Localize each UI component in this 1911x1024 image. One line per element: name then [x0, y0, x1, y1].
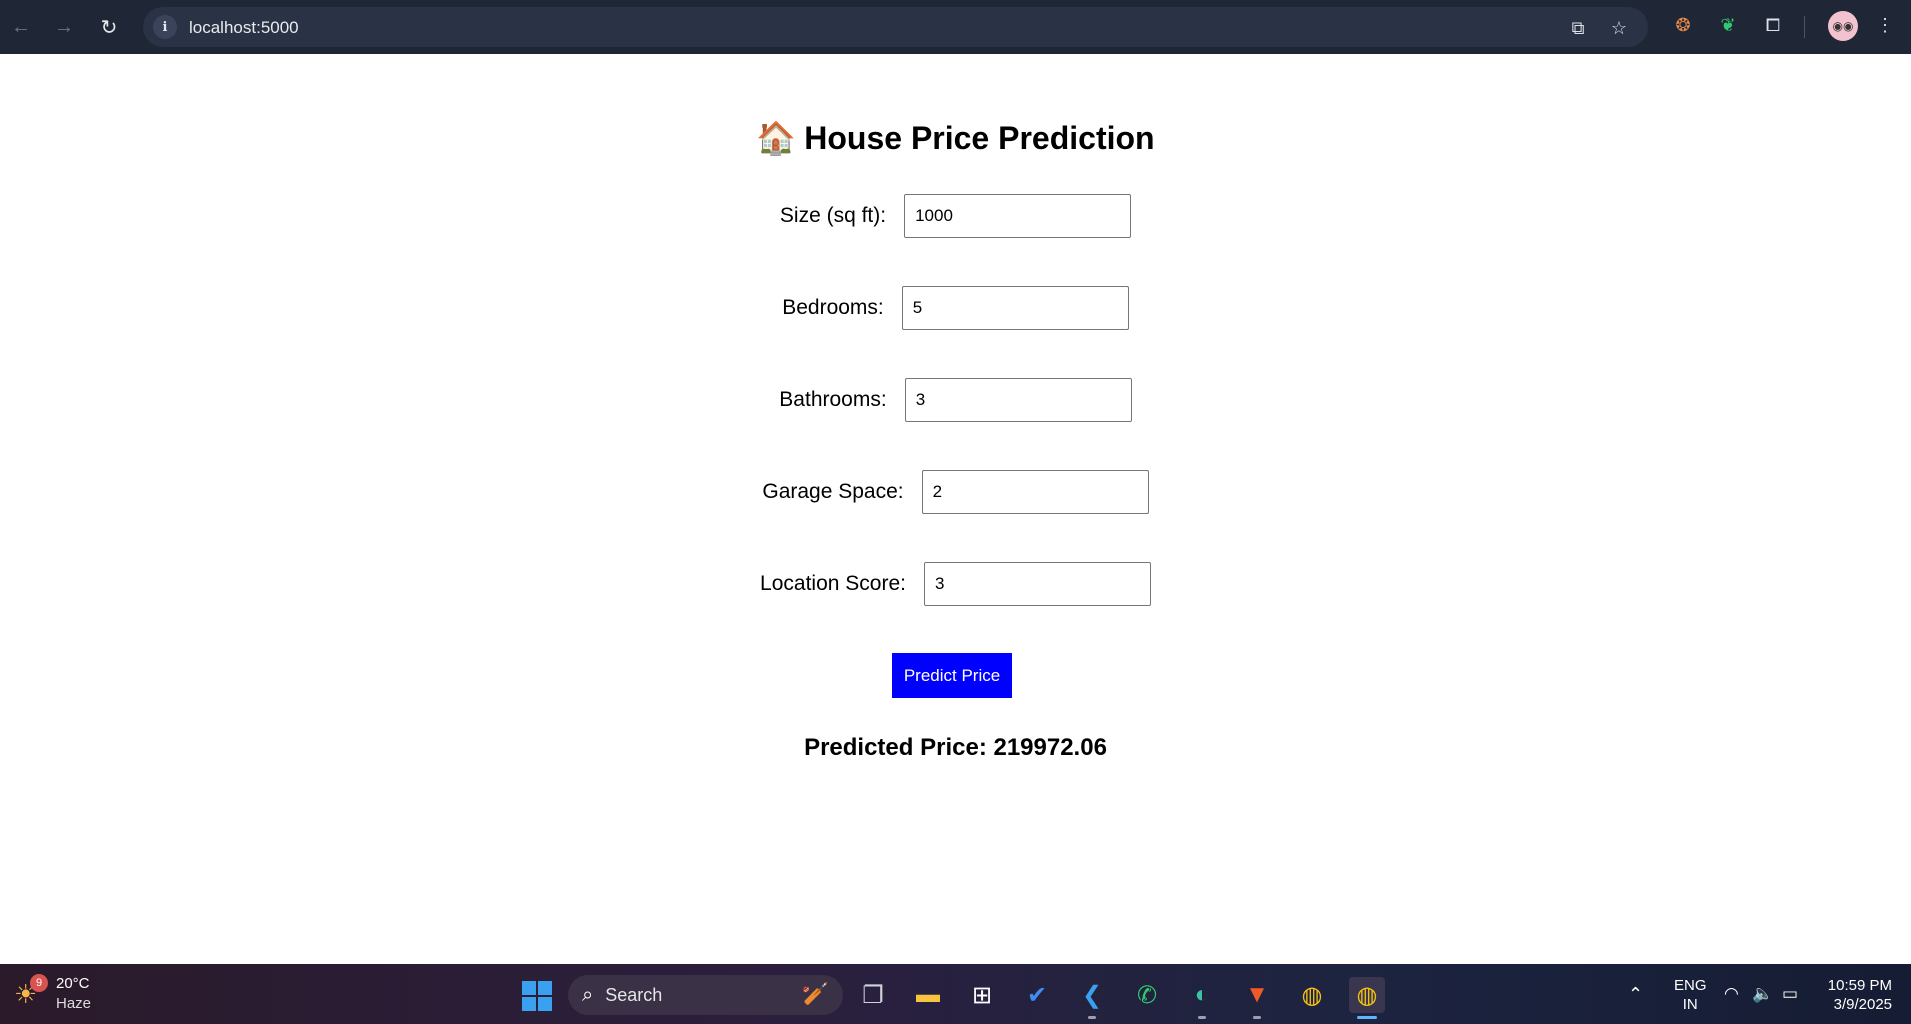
house-icon: 🏠: [756, 119, 797, 157]
predict-price-button[interactable]: Predict Price: [892, 653, 1012, 698]
form-row-location: Location Score:: [0, 562, 1911, 606]
taskbar: ☀ 9 20°C Haze ⌕ Search 🏏 ❐ ▬ ⊞ ✔ ❮ ✆ ◐ ▼ …: [0, 964, 1911, 1024]
location-score-input[interactable]: [923, 562, 1151, 606]
file-explorer-icon[interactable]: ▬: [910, 977, 946, 1013]
form-row-bedrooms: Bedrooms:: [0, 286, 1911, 330]
location-score-label: Location Score:: [760, 572, 906, 595]
reload-button[interactable]: ↻: [94, 12, 124, 42]
search-highlight-icon: 🏏: [801, 981, 829, 1006]
back-button[interactable]: ←: [6, 12, 36, 42]
form-row-garage: Garage Space:: [0, 470, 1911, 514]
start-windows-icon[interactable]: [522, 981, 552, 1011]
task-view-icon[interactable]: ❐: [855, 977, 891, 1013]
translate-icon[interactable]: ⧉: [1567, 17, 1589, 39]
page-title-text: House Price Prediction: [804, 120, 1155, 156]
bathrooms-label: Bathrooms:: [779, 388, 887, 411]
arrow-right-icon: →: [54, 15, 74, 38]
info-icon[interactable]: i: [153, 15, 177, 39]
language-line1: ENG: [1674, 977, 1707, 994]
search-icon: ⌕: [582, 983, 594, 1006]
volume-icon[interactable]: 🔈: [1752, 964, 1773, 1024]
chrome-active-icon[interactable]: ◍: [1349, 977, 1385, 1019]
wifi-icon[interactable]: ◠: [1724, 964, 1739, 1024]
weather-widget[interactable]: ☀ 9 20°C Haze: [14, 974, 91, 1014]
notification-badge: 9: [30, 974, 48, 992]
weather-condition: Haze: [56, 995, 92, 1012]
menu-kebab-icon[interactable]: ⋮: [1872, 12, 1898, 38]
vscode-icon[interactable]: ❮: [1074, 977, 1110, 1019]
garage-input[interactable]: [921, 470, 1149, 514]
clock-date: 3/9/2025: [1833, 996, 1892, 1013]
url-text[interactable]: localhost:5000: [189, 18, 299, 38]
search-label: Search: [605, 984, 663, 1005]
page-title: 🏠 House Price Prediction: [0, 119, 1911, 157]
puzzle-extensions-icon[interactable]: ⧠: [1760, 12, 1786, 38]
size-label: Size (sq ft):: [779, 204, 887, 227]
cookie-extension-icon[interactable]: ❂: [1670, 12, 1696, 38]
brave-icon[interactable]: ▼: [1239, 977, 1275, 1019]
language-line2: IN: [1682, 996, 1698, 1013]
form-row-size: Size (sq ft):: [0, 194, 1911, 238]
toolbar-divider: [1804, 16, 1805, 38]
bookmark-star-icon[interactable]: ☆: [1608, 17, 1630, 39]
browser-toolbar: ← → ↻ i localhost:5000 ⧉ ☆ ❂ ❦ ⧠ ◉◉ ⋮: [0, 0, 1911, 54]
battery-icon[interactable]: ▭: [1782, 964, 1798, 1024]
weather-temperature: 20°C: [56, 975, 90, 992]
arrow-left-icon: ←: [11, 15, 31, 38]
chrome-icon[interactable]: ◍: [1294, 977, 1330, 1013]
garage-label: Garage Space:: [762, 480, 904, 503]
predicted-price-result: Predicted Price: 219972.06: [804, 734, 1107, 761]
edge-icon[interactable]: ◐: [1184, 977, 1220, 1019]
leaf-extension-icon[interactable]: ❦: [1715, 12, 1741, 38]
microsoft-store-icon[interactable]: ⊞: [964, 977, 1000, 1013]
reload-icon: ↻: [100, 16, 118, 39]
bedrooms-label: Bedrooms:: [782, 296, 884, 319]
show-hidden-icons-chevron-icon[interactable]: ⌃: [1628, 964, 1643, 1024]
whatsapp-icon[interactable]: ✆: [1129, 977, 1165, 1013]
clock-time: 10:59 PM: [1827, 977, 1892, 994]
system-clock[interactable]: 10:59 PM 3/9/2025: [1820, 976, 1892, 1014]
size-input[interactable]: [904, 194, 1132, 238]
bathrooms-input[interactable]: [904, 378, 1132, 422]
language-indicator[interactable]: ENG IN: [1674, 976, 1707, 1014]
page-content: 🏠House Price Prediction Size (sq ft): Be…: [0, 54, 1911, 964]
bedrooms-input[interactable]: [901, 286, 1129, 330]
form-row-bathrooms: Bathrooms:: [0, 378, 1911, 422]
forward-button[interactable]: →: [49, 12, 79, 42]
taskbar-search[interactable]: ⌕ Search 🏏: [568, 975, 843, 1015]
todo-icon[interactable]: ✔: [1019, 977, 1055, 1013]
address-bar[interactable]: i localhost:5000 ⧉ ☆: [143, 7, 1648, 47]
weather-haze-icon: ☀ 9: [14, 974, 48, 1010]
profile-avatar-icon[interactable]: ◉◉: [1828, 11, 1858, 41]
